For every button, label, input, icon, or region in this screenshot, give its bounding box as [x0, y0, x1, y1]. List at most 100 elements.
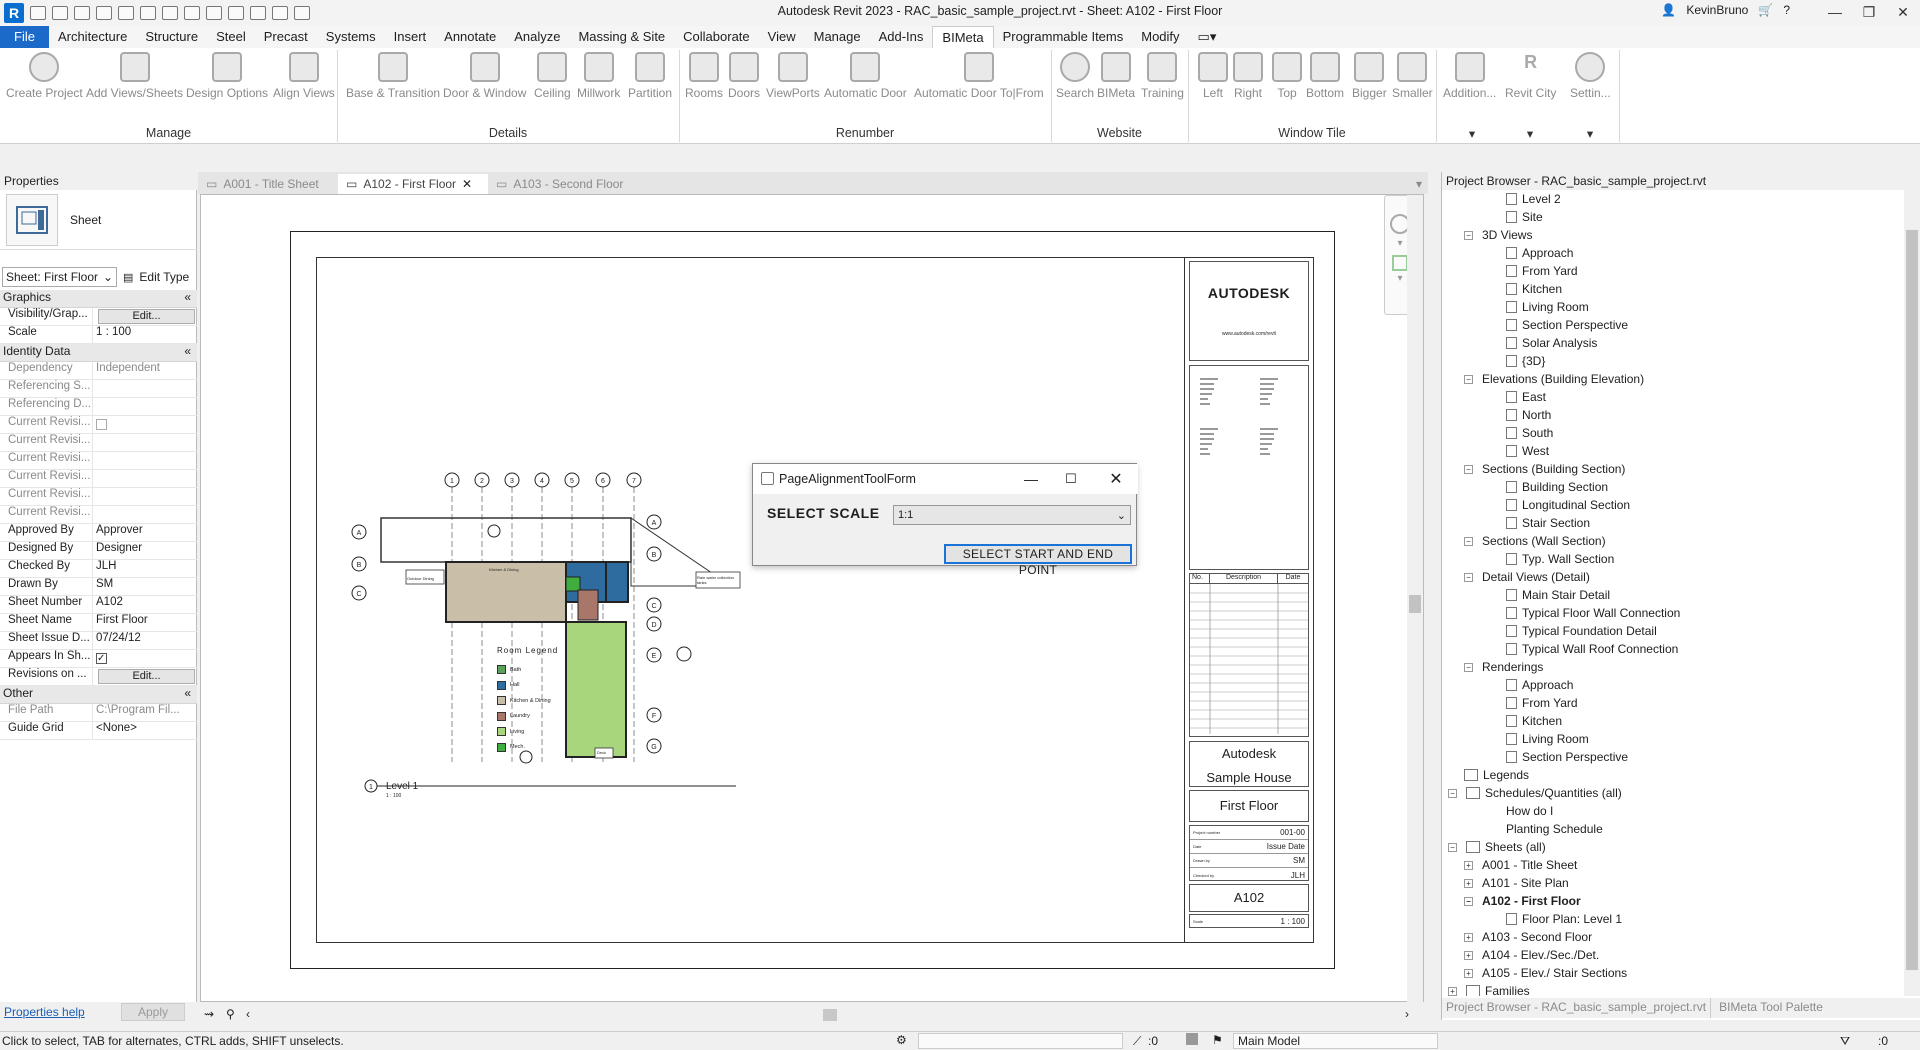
tab-precast[interactable]: Precast [255, 26, 317, 48]
prop-row[interactable]: Sheet Name First Floor [0, 614, 197, 632]
tree-item[interactable]: Kitchen [1506, 280, 1562, 298]
save-icon[interactable] [74, 6, 90, 20]
prop-row[interactable]: Scale 1 : 100 [0, 326, 197, 344]
tab-annotate[interactable]: Annotate [435, 26, 505, 48]
maximize-button[interactable]: ❐ [1852, 0, 1886, 24]
measure-icon[interactable] [184, 6, 200, 20]
tab-massing-site[interactable]: Massing & Site [569, 26, 674, 48]
tab-systems[interactable]: Systems [317, 26, 385, 48]
prop-row[interactable]: Revisions on ... Edit... [0, 668, 197, 686]
scroll-thumb[interactable] [1906, 230, 1918, 970]
doors-button[interactable]: Doors [728, 52, 760, 100]
ribbon-options-icon[interactable]: ▭▾ [1189, 26, 1226, 48]
collapse-icon[interactable]: − [1464, 230, 1473, 240]
folder-icon[interactable] [52, 6, 68, 20]
prop-row[interactable]: Guide Grid <None> [0, 722, 197, 740]
tab-bimeta[interactable]: BIMeta [932, 26, 994, 48]
prop-row[interactable]: File Path C:\Program Fil... [0, 704, 197, 722]
design-options-icon[interactable] [1186, 1033, 1198, 1045]
drawing-canvas[interactable]: AUTODESK www.autodesk.com/revit No. Desc… [200, 194, 1424, 1003]
group-expander[interactable]: ▾ [1462, 126, 1482, 141]
prop-row[interactable]: Approved By Approver [0, 524, 197, 542]
tab-bimeta-palette[interactable]: BIMeta Tool Palette [1711, 998, 1831, 1018]
prop-row[interactable]: Current Revisi... [0, 488, 197, 506]
tree-item[interactable]: + Families [1448, 982, 1530, 996]
visibility-edit-button[interactable]: Edit... [98, 309, 195, 324]
minimize-button[interactable]: — [1818, 0, 1852, 24]
open-icon[interactable] [30, 6, 46, 20]
bimeta-button[interactable]: BIMeta [1097, 52, 1135, 100]
tree-item[interactable]: + A104 - Elev./Sec./Det. [1464, 946, 1599, 964]
tab-analyze[interactable]: Analyze [505, 26, 569, 48]
filter-icon[interactable]: ⚑ [1212, 1033, 1223, 1047]
collapse-icon[interactable]: − [1464, 662, 1473, 672]
tree-item[interactable]: Approach [1506, 244, 1573, 262]
align-views-button[interactable]: Align Views [273, 52, 335, 100]
automatic-door-button[interactable]: Automatic Door [824, 52, 907, 100]
prop-row[interactable]: Sheet Issue D... 07/24/12 [0, 632, 197, 650]
prop-row[interactable]: Current Revisi... [0, 434, 197, 452]
scroll-right-icon[interactable]: › [1405, 1007, 1409, 1021]
selection-filter-icon[interactable]: ⛛ [1840, 1034, 1850, 1049]
tile-left-button[interactable]: Left [1198, 52, 1228, 100]
tree-item[interactable]: − Sheets (all) [1448, 838, 1546, 856]
tab-project-browser[interactable]: Project Browser - RAC_basic_sample_proje… [1442, 998, 1712, 1018]
print-icon[interactable] [162, 6, 178, 20]
prop-row[interactable]: Dependency Independent [0, 362, 197, 380]
viewports-button[interactable]: ViewPorts [766, 52, 820, 100]
prop-row[interactable]: Designed By Designer [0, 542, 197, 560]
prop-row[interactable]: Current Revisi... [0, 452, 197, 470]
checkbox-checked[interactable]: ✓ [96, 653, 107, 664]
tab-steel[interactable]: Steel [207, 26, 255, 48]
tree-item[interactable]: From Yard [1506, 262, 1578, 280]
tree-item[interactable]: + A103 - Second Floor [1464, 928, 1592, 946]
tab-architecture[interactable]: Architecture [49, 26, 136, 48]
tree-item[interactable]: Longitudinal Section [1506, 496, 1630, 514]
tree-item[interactable]: Level 2 [1506, 190, 1561, 208]
switch-windows-icon[interactable] [294, 6, 310, 20]
collapse-icon[interactable]: − [1448, 788, 1457, 798]
tab-add-ins[interactable]: Add-Ins [870, 26, 933, 48]
prop-row[interactable]: Sheet Number A102 [0, 596, 197, 614]
tree-item[interactable]: + A001 - Title Sheet [1464, 856, 1577, 874]
tree-item[interactable]: Living Room [1506, 730, 1589, 748]
tree-item[interactable]: − Schedules/Quantities (all) [1448, 784, 1622, 802]
tree-item[interactable]: Floor Plan: Level 1 [1506, 910, 1622, 928]
tree-item[interactable]: − Elevations (Building Elevation) [1464, 370, 1644, 388]
tile-right-button[interactable]: Right [1233, 52, 1263, 100]
tree-item[interactable]: Planting Schedule [1506, 820, 1603, 838]
scroll-left-icon[interactable]: ‹ [246, 1007, 250, 1021]
checkbox[interactable] [96, 419, 107, 430]
tree-item[interactable]: − Detail Views (Detail) [1464, 568, 1590, 586]
prop-row[interactable]: Appears In Sh... ✓ [0, 650, 197, 668]
section-identity[interactable]: Identity Data « [0, 344, 197, 362]
prop-row[interactable]: Current Revisi... [0, 506, 197, 524]
create-project-button[interactable]: Create Project [6, 52, 83, 100]
tile-bottom-button[interactable]: Bottom [1306, 52, 1344, 100]
tree-item[interactable]: − Sections (Building Section) [1464, 460, 1625, 478]
close-button[interactable]: ✕ [1886, 0, 1920, 24]
tree-item[interactable]: North [1506, 406, 1551, 424]
cart-icon[interactable]: 🛒 [1758, 3, 1773, 17]
properties-help-link[interactable]: Properties help [4, 1005, 85, 1019]
user-icon[interactable]: 👤 [1661, 3, 1676, 17]
collapse-icon[interactable]: − [1448, 842, 1457, 852]
tree-item[interactable]: Building Section [1506, 478, 1608, 496]
tree-item[interactable]: From Yard [1506, 694, 1578, 712]
tree-item[interactable]: Living Room [1506, 298, 1589, 316]
tree-item[interactable]: Typical Wall Roof Connection [1506, 640, 1678, 658]
zoom-icon[interactable] [1392, 255, 1408, 271]
tree-item[interactable]: Kitchen [1506, 712, 1562, 730]
browser-scrollbar[interactable] [1904, 190, 1920, 996]
text-icon[interactable] [228, 6, 244, 20]
collapse-icon[interactable]: − [1464, 896, 1473, 906]
scale-dropdown[interactable]: 1:1 ⌄ [893, 505, 1131, 525]
prop-row[interactable]: Visibility/Grap... Edit... [0, 308, 197, 326]
expand-icon[interactable]: + [1448, 986, 1457, 996]
tree-item[interactable]: Section Perspective [1506, 316, 1628, 334]
dimension-icon[interactable] [206, 6, 222, 20]
instance-dropdown[interactable]: Sheet: First Floor ⌄ [2, 267, 117, 287]
tree-item[interactable]: − Sections (Wall Section) [1464, 532, 1606, 550]
edit-type-icon[interactable]: ▤ [123, 271, 133, 284]
3d-view-icon[interactable] [250, 6, 266, 20]
